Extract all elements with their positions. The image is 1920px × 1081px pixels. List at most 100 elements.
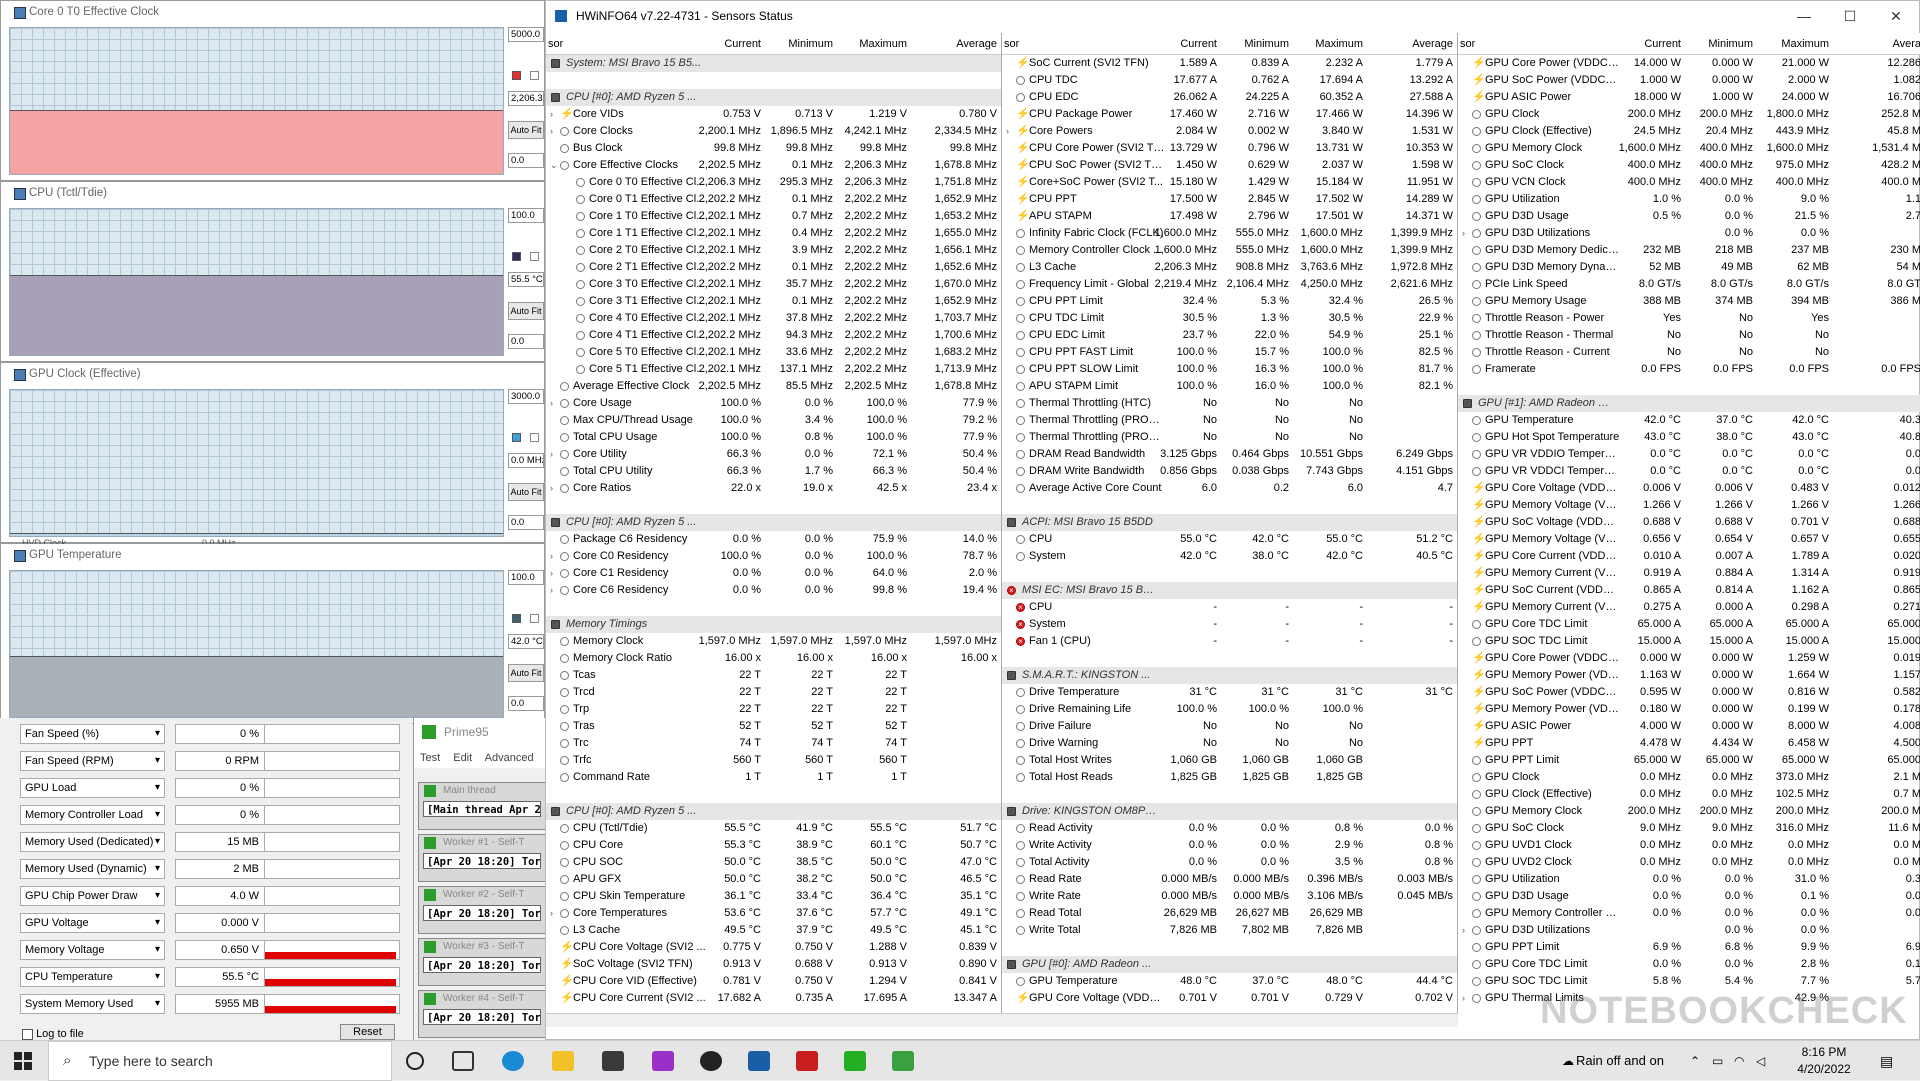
sensor-row[interactable]: CPU Core Power (SVI2 TFN) 13.729 W 0.796 W… bbox=[1002, 140, 1457, 157]
sensor-row[interactable]: Fan 1 (CPU) - - - - bbox=[1002, 633, 1457, 650]
sensor-row[interactable]: System - - - - bbox=[1002, 616, 1457, 633]
sensor-row[interactable]: Write Activity 0.0 % 0.0 % 2.9 % 0.8 % bbox=[1002, 837, 1457, 854]
sensor-group-header[interactable]: System: MSI Bravo 15 B5... bbox=[546, 55, 1001, 72]
sensor-row[interactable]: GPU Hot Spot Temperature 43.0 °C 38.0 °C 43… bbox=[1458, 429, 1920, 446]
sensor-pane-1[interactable]: sor Current Minimum Maximum Average Syste… bbox=[546, 33, 1002, 1027]
sensor-row[interactable]: CPU SoC Power (SVI2 TFN) 1.450 W 0.629 W 2.… bbox=[1002, 157, 1457, 174]
prime95-worker-window[interactable]: Worker #2 - Self-T [Apr 20 18:20] Tort bbox=[418, 886, 545, 934]
expand-icon[interactable]: › bbox=[550, 565, 553, 582]
auto-fit-button[interactable]: Auto Fit bbox=[508, 302, 544, 320]
graph-color-swatch[interactable] bbox=[512, 433, 521, 442]
col-current[interactable]: Current bbox=[1180, 38, 1217, 50]
sensor-group-header[interactable]: Drive: KINGSTON OM8PC... bbox=[1002, 803, 1457, 820]
sensor-row[interactable]: Memory Controller Clock ... 1,600.0 MHz 55… bbox=[1002, 242, 1457, 259]
close-button[interactable]: ✕ bbox=[1873, 1, 1919, 31]
monitor-select[interactable]: GPU Load bbox=[20, 778, 165, 798]
sensor-row[interactable]: GPU SoC Clock 400.0 MHz 400.0 MHz 975.0 MHz… bbox=[1458, 157, 1920, 174]
sensor-row[interactable]: GPU VR VDDIO Temperature 0.0 °C 0.0 °C 0.0 … bbox=[1458, 446, 1920, 463]
col-minimum[interactable]: Minimum bbox=[788, 38, 833, 50]
sensor-row[interactable]: DRAM Read Bandwidth 3.125 Gbps 0.464 Gbps 1… bbox=[1002, 446, 1457, 463]
sensor-group-header[interactable]: MSI EC: MSI Bravo 15 B5DD bbox=[1002, 582, 1457, 599]
monitor-select[interactable]: Memory Used (Dynamic) bbox=[20, 859, 165, 879]
sensor-row[interactable]: GPU UVD2 Clock 0.0 MHz 0.0 MHz 0.0 MHz 0.0 M bbox=[1458, 854, 1920, 871]
sensor-row[interactable]: CPU TDC 17.677 A 0.762 A 17.694 A 13.292 A bbox=[1002, 72, 1457, 89]
monitor-select[interactable]: CPU Temperature bbox=[20, 967, 165, 987]
sensor-row[interactable]: Core+SoC Power (SVI2 T... 15.180 W 1.429 W… bbox=[1002, 174, 1457, 191]
sensor-row[interactable]: Drive Temperature 31 °C 31 °C 31 °C 31 °C bbox=[1002, 684, 1457, 701]
sensor-row[interactable]: Read Activity 0.0 % 0.0 % 0.8 % 0.0 % bbox=[1002, 820, 1457, 837]
sensor-row[interactable]: CPU Core 55.3 °C 38.9 °C 60.1 °C 50.7 °C bbox=[546, 837, 1001, 854]
sensor-row[interactable]: Memory Clock 1,597.0 MHz 1,597.0 MHz 1,597.… bbox=[546, 633, 1001, 650]
expand-icon[interactable]: › bbox=[550, 106, 553, 123]
sensor-row[interactable]: Trc 74 T 74 T 74 T bbox=[546, 735, 1001, 752]
sensor-row[interactable]: APU STAPM 17.498 W 2.796 W 17.501 W 14.371 W bbox=[1002, 208, 1457, 225]
graph-color-swatch[interactable] bbox=[512, 614, 521, 623]
sensor-row[interactable]: GPU Memory Power (VDDIO) 1.163 W 0.000 W 1.… bbox=[1458, 667, 1920, 684]
tray-network-icon[interactable]: ◠ bbox=[1734, 1041, 1744, 1081]
sensor-group-header[interactable]: Memory Timings bbox=[546, 616, 1001, 633]
sensor-row[interactable]: CPU Core Voltage (SVI2 ... 0.775 V 0.750 V… bbox=[546, 939, 1001, 956]
sensor-group-header[interactable]: CPU [#0]: AMD Ryzen 5 ... bbox=[546, 514, 1001, 531]
hwinfo-taskbar-icon[interactable] bbox=[748, 1051, 770, 1071]
sensor-row[interactable]: CPU PPT FAST Limit 100.0 % 15.7 % 100.0 % 82… bbox=[1002, 344, 1457, 361]
sensor-row[interactable]: GPU Core Power (VDDCR_... 0.000 W 0.000 W 1… bbox=[1458, 650, 1920, 667]
expand-icon[interactable]: › bbox=[550, 548, 553, 565]
sensor-row[interactable]: GPU ASIC Power 18.000 W 1.000 W 24.000 W 16.… bbox=[1458, 89, 1920, 106]
col-sensor[interactable]: sor bbox=[1004, 38, 1019, 50]
column-header[interactable]: sor Current Minimum Maximum Average bbox=[546, 33, 1001, 55]
tray-chevron-icon[interactable]: ⌃ bbox=[1690, 1041, 1700, 1081]
sensor-row[interactable]: GPU Memory Voltage (VDD... 1.266 V 1.266 V… bbox=[1458, 497, 1920, 514]
sensor-row[interactable]: Core 5 T0 Effective Cl... 2,202.1 MHz 33.6… bbox=[546, 344, 1001, 361]
sensor-row[interactable]: PCIe Link Speed 8.0 GT/s 8.0 GT/s 8.0 GT/s 8… bbox=[1458, 276, 1920, 293]
expand-icon[interactable]: › bbox=[1462, 922, 1465, 939]
graph-color-swatch[interactable] bbox=[512, 71, 521, 80]
sensor-row[interactable]: › Core VIDs 0.753 V 0.713 V 1.219 V 0.780 V bbox=[546, 106, 1001, 123]
prime95-worker-window[interactable]: Worker #1 - Self-T [Apr 20 18:20] Tort bbox=[418, 834, 545, 882]
sensor-row[interactable]: GPU PPT 4.478 W 4.434 W 6.458 W 4.500 bbox=[1458, 735, 1920, 752]
mail-icon[interactable] bbox=[602, 1051, 624, 1071]
column-header[interactable]: sor Current Minimum Maximum Average bbox=[1002, 33, 1457, 55]
sensor-row[interactable]: › Core C0 Residency 100.0 % 0.0 % 100.0 % 78.… bbox=[546, 548, 1001, 565]
col-maximum[interactable]: Maximum bbox=[1781, 38, 1829, 50]
sensor-row[interactable]: Total CPU Utility 66.3 % 1.7 % 66.3 % 50.4 % bbox=[546, 463, 1001, 480]
sensor-row[interactable]: Bus Clock 99.8 MHz 99.8 MHz 99.8 MHz 99.8 MH… bbox=[546, 140, 1001, 157]
sensor-row[interactable]: System 42.0 °C 38.0 °C 42.0 °C 40.5 °C bbox=[1002, 548, 1457, 565]
sensor-row[interactable]: Trfc 560 T 560 T 560 T bbox=[546, 752, 1001, 769]
sensor-group-header[interactable]: S.M.A.R.T.: KINGSTON ... bbox=[1002, 667, 1457, 684]
sensor-row[interactable]: GPU SOC TDC Limit 15.000 A 15.000 A 15.000 … bbox=[1458, 633, 1920, 650]
monitor-select[interactable]: GPU Voltage bbox=[20, 913, 165, 933]
sensor-row[interactable]: GPU PPT Limit 65.000 W 65.000 W 65.000 W 65.… bbox=[1458, 752, 1920, 769]
sensor-row[interactable]: CPU Core VID (Effective) 0.781 V 0.750 V 1.… bbox=[546, 973, 1001, 990]
sensor-row[interactable]: Throttle Reason - Current No No No bbox=[1458, 344, 1920, 361]
sensor-row[interactable]: GPU VR VDDCI Temperature 0.0 °C 0.0 °C 0.0 … bbox=[1458, 463, 1920, 480]
app-green-icon[interactable] bbox=[892, 1051, 914, 1071]
sensor-row[interactable]: GPU D3D Memory Dedicated 232 MB 218 MB 237 … bbox=[1458, 242, 1920, 259]
log-checkbox[interactable] bbox=[22, 1028, 33, 1040]
sensor-row[interactable]: GPU Core TDC Limit 65.000 A 65.000 A 65.000… bbox=[1458, 616, 1920, 633]
tray-battery-icon[interactable]: ▭ bbox=[1712, 1041, 1723, 1081]
sensor-row[interactable]: › Core Powers 2.084 W 0.002 W 3.840 W 1.531 W bbox=[1002, 123, 1457, 140]
sensor-row[interactable]: CPU Core Current (SVI2 ... 17.682 A 0.735 … bbox=[546, 990, 1001, 1007]
reset-button[interactable]: Reset bbox=[340, 1024, 395, 1040]
sensor-row[interactable]: L3 Cache 49.5 °C 37.9 °C 49.5 °C 45.1 °C bbox=[546, 922, 1001, 939]
sensor-row[interactable]: › Core Utility 66.3 % 0.0 % 72.1 % 50.4 % bbox=[546, 446, 1001, 463]
col-average[interactable]: Average bbox=[956, 38, 997, 50]
sensor-row[interactable]: GPU Utilization 0.0 % 0.0 % 31.0 % 0.3 bbox=[1458, 871, 1920, 888]
col-average[interactable]: Avera bbox=[1892, 38, 1920, 50]
sensor-row[interactable]: GPU PPT Limit 6.9 % 6.8 % 9.9 % 6.9 bbox=[1458, 939, 1920, 956]
xbox-icon[interactable] bbox=[700, 1051, 722, 1071]
sensor-row[interactable]: GPU Memory Current (VD... 0.275 A 0.000 A 0… bbox=[1458, 599, 1920, 616]
sensor-row[interactable]: GPU Memory Power (VDD... 0.180 W 0.000 W 0.… bbox=[1458, 701, 1920, 718]
graph-color-swatch[interactable] bbox=[512, 252, 521, 261]
app-purple-icon[interactable] bbox=[652, 1051, 674, 1071]
expand-icon[interactable]: › bbox=[550, 395, 553, 412]
sensor-row[interactable]: Drive Warning No No No bbox=[1002, 735, 1457, 752]
monitor-select[interactable]: Memory Voltage bbox=[20, 940, 165, 960]
sensor-row[interactable]: Average Active Core Count 6.0 0.2 6.0 4.7 bbox=[1002, 480, 1457, 497]
sensor-row[interactable]: APU STAPM Limit 100.0 % 16.0 % 100.0 % 82.1 … bbox=[1002, 378, 1457, 395]
sensor-row[interactable]: Trp 22 T 22 T 22 T bbox=[546, 701, 1001, 718]
monitor-select[interactable]: Fan Speed (RPM) bbox=[20, 751, 165, 771]
sensor-row[interactable]: Thermal Throttling (PROC... No No No bbox=[1002, 429, 1457, 446]
task-view-icon[interactable] bbox=[452, 1051, 474, 1071]
sensor-row[interactable]: SoC Voltage (SVI2 TFN) 0.913 V 0.688 V 0.91… bbox=[546, 956, 1001, 973]
